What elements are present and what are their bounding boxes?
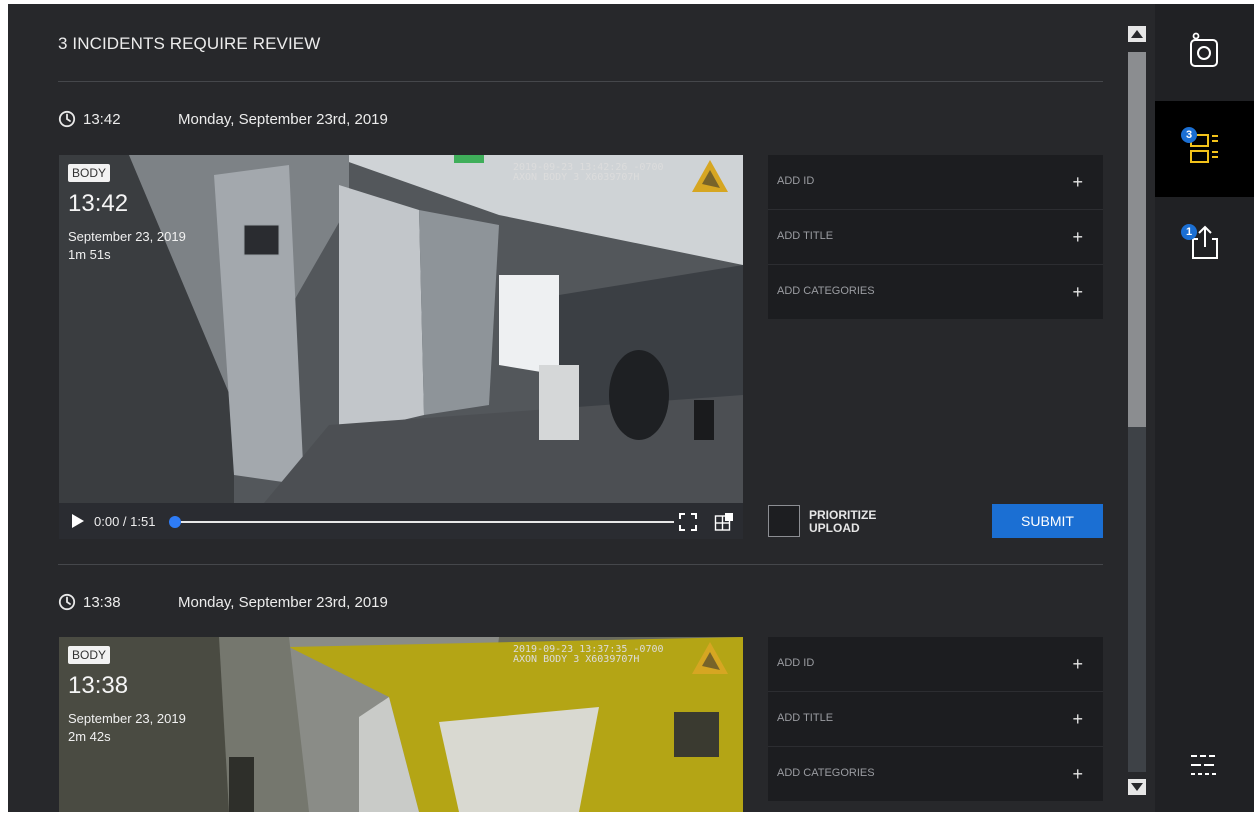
- axon-logo-icon: [692, 642, 728, 674]
- rail-item-review[interactable]: 3: [1155, 101, 1254, 197]
- prioritize-upload-label: PRIORITIZE UPLOAD: [809, 509, 876, 535]
- add-title-field[interactable]: ADD TITLE +: [768, 210, 1103, 265]
- plus-icon[interactable]: +: [1072, 710, 1083, 728]
- review-count-badge: 3: [1181, 127, 1197, 143]
- incident-fields-panel: ADD ID + ADD TITLE + ADD CATEGORIES +: [768, 155, 1103, 319]
- plus-icon[interactable]: +: [1072, 655, 1083, 673]
- video-player[interactable]: BODY 13:42 September 23, 2019 1m 51s 201…: [59, 155, 743, 539]
- prioritize-upload-checkbox[interactable]: [768, 505, 800, 537]
- picture-in-picture-icon[interactable]: [714, 512, 734, 532]
- header-divider: [58, 81, 1103, 82]
- plus-icon[interactable]: +: [1072, 765, 1083, 783]
- video-timecode: 0:00 / 1:51: [94, 514, 156, 529]
- fullscreen-icon[interactable]: [679, 513, 697, 531]
- vertical-scrollbar[interactable]: [1122, 4, 1155, 812]
- add-categories-field[interactable]: ADD CATEGORIES +: [768, 747, 1103, 801]
- camera-type-badge: BODY: [68, 646, 111, 664]
- clock-icon: [58, 593, 76, 611]
- submit-button[interactable]: SUBMIT: [992, 504, 1103, 538]
- video-frame: [59, 155, 743, 539]
- side-rail: 3 1: [1155, 4, 1254, 812]
- video-scrubber[interactable]: [174, 521, 674, 523]
- video-overlay-duration: 1m 51s: [68, 247, 111, 262]
- field-label: ADD TITLE: [777, 230, 834, 242]
- incident-date: Monday, September 23rd, 2019: [178, 111, 388, 128]
- plus-icon[interactable]: +: [1072, 228, 1083, 246]
- incident-time: 13:42: [83, 111, 121, 128]
- video-overlay-date: September 23, 2019: [68, 229, 186, 244]
- video-overlay-time: 13:42: [68, 190, 129, 217]
- rail-item-upload[interactable]: 1: [1155, 197, 1254, 293]
- plus-icon[interactable]: +: [1072, 173, 1083, 191]
- clock-icon: [58, 110, 76, 128]
- camera-type-badge: BODY: [68, 164, 111, 182]
- video-watermark-stamp: 2019-09-23 13:37:35 -0700 AXON BODY 3 X6…: [513, 645, 664, 665]
- scroll-down-arrow-icon[interactable]: [1128, 779, 1146, 795]
- video-overlay-date: September 23, 2019: [68, 711, 186, 726]
- axon-logo-icon: [692, 160, 728, 192]
- video-overlay-duration: 2m 42s: [68, 729, 111, 744]
- incident-divider: [58, 564, 1103, 565]
- scrubber-thumb[interactable]: [169, 516, 181, 528]
- incident-time: 13:38: [83, 594, 121, 611]
- scroll-thumb[interactable]: [1128, 52, 1146, 427]
- rail-item-camera[interactable]: [1155, 4, 1254, 100]
- incident-date: Monday, September 23rd, 2019: [178, 594, 388, 611]
- field-label: ADD CATEGORIES: [777, 767, 875, 779]
- video-player[interactable]: BODY 13:38 September 23, 2019 2m 42s 201…: [59, 637, 743, 812]
- window-frame-left: [0, 0, 8, 815]
- scroll-up-arrow-icon[interactable]: [1128, 26, 1146, 42]
- stamp-line-2: AXON BODY 3 X6039707H: [513, 654, 640, 665]
- add-title-field[interactable]: ADD TITLE +: [768, 692, 1103, 747]
- settings-sliders-icon: [1191, 755, 1217, 775]
- stamp-line-2: AXON BODY 3 X6039707H: [513, 172, 640, 183]
- incident-review-pane: 3 INCIDENTS REQUIRE REVIEW 13:42 Monday,…: [8, 4, 1122, 812]
- upload-count-badge: 1: [1181, 224, 1197, 240]
- field-label: ADD ID: [777, 175, 815, 187]
- video-watermark-stamp: 2019-09-23 13:42:26 -0700 AXON BODY 3 X6…: [513, 163, 664, 183]
- field-label: ADD CATEGORIES: [777, 285, 875, 297]
- play-icon[interactable]: [71, 514, 85, 528]
- add-categories-field[interactable]: ADD CATEGORIES +: [768, 265, 1103, 319]
- field-label: ADD TITLE: [777, 712, 834, 724]
- add-id-field[interactable]: ADD ID +: [768, 637, 1103, 692]
- prioritize-line-2: UPLOAD: [809, 521, 860, 535]
- video-overlay-time: 13:38: [68, 672, 129, 699]
- field-label: ADD ID: [777, 657, 815, 669]
- camera-icon: [1190, 32, 1218, 67]
- page-title: 3 INCIDENTS REQUIRE REVIEW: [58, 34, 321, 53]
- video-controls: 0:00 / 1:51: [59, 503, 743, 539]
- add-id-field[interactable]: ADD ID +: [768, 155, 1103, 210]
- plus-icon[interactable]: +: [1072, 283, 1083, 301]
- rail-item-settings[interactable]: [1155, 716, 1254, 812]
- incident-fields-panel: ADD ID + ADD TITLE + ADD CATEGORIES +: [768, 637, 1103, 801]
